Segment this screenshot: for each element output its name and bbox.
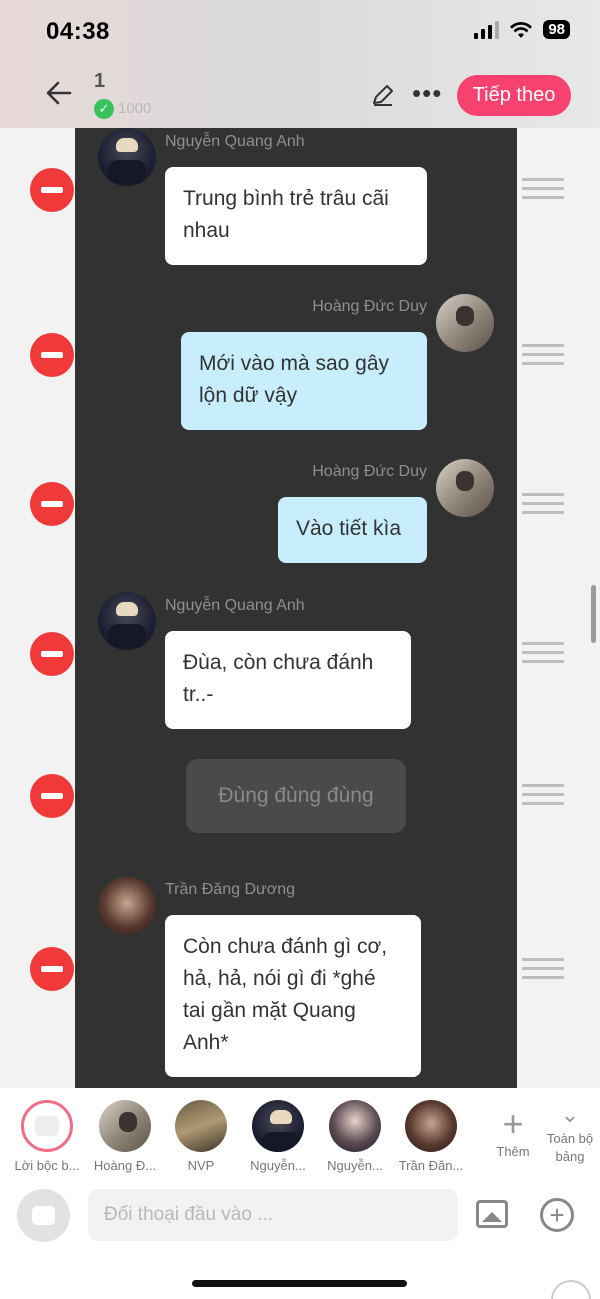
wifi-icon <box>510 21 533 38</box>
character-label: Trần Đăn... <box>398 1158 464 1173</box>
more-dots-icon: ••• <box>412 78 443 108</box>
avatar <box>405 1100 457 1152</box>
message-input[interactable] <box>88 1189 458 1241</box>
message-bubble[interactable]: Vào tiết kìa <box>278 497 427 563</box>
reorder-column <box>517 128 600 1088</box>
add-attachment-button[interactable]: + <box>540 1198 574 1232</box>
character-nvp[interactable]: NVP <box>161 1100 241 1173</box>
message-bubble[interactable]: Mới vào mà sao gây lộn dữ vậy <box>181 332 427 430</box>
message-bubble[interactable]: Trung bình trẻ trâu cãi nhau <box>165 167 427 265</box>
delete-column <box>0 128 75 1088</box>
character-label: Hoàng Đ... <box>93 1158 157 1173</box>
back-button[interactable] <box>44 78 74 113</box>
cellular-signal-icon <box>474 20 500 39</box>
message-bubble[interactable]: Còn chưa đánh gì cơ, hả, hả, nói gì đi *… <box>165 915 421 1077</box>
character-narrator[interactable]: Lời bộc b... <box>7 1100 87 1173</box>
delete-message-button[interactable] <box>30 947 74 991</box>
character-nguyen-2[interactable]: Nguyễn... <box>315 1100 395 1173</box>
drag-handle-icon[interactable] <box>522 493 564 515</box>
narration-mode-button[interactable] <box>17 1189 70 1242</box>
status-icons: 98 <box>474 20 570 39</box>
character-label: Lời bộc b... <box>14 1158 80 1173</box>
narration-icon <box>21 1100 73 1152</box>
drag-handle-icon[interactable] <box>522 784 564 806</box>
delete-message-button[interactable] <box>30 482 74 526</box>
drag-handle-icon[interactable] <box>522 344 564 366</box>
delete-message-button[interactable] <box>30 333 74 377</box>
scrollbar[interactable] <box>591 585 596 643</box>
avatar <box>99 1100 151 1152</box>
avatar <box>436 459 494 517</box>
avatar <box>436 294 494 352</box>
plus-icon: + <box>502 1103 524 1144</box>
all-board-label: Toàn bộ bảng <box>546 1131 594 1164</box>
character-label: NVP <box>187 1158 215 1173</box>
avatar <box>252 1100 304 1152</box>
word-count-value: 1000 <box>118 100 152 117</box>
character-label: Nguyễn... <box>327 1158 383 1173</box>
sender-name: Trần Đăng Dương <box>165 881 295 898</box>
pencil-icon <box>373 85 393 106</box>
character-nguyen-1[interactable]: Nguyễn... <box>238 1100 318 1173</box>
drag-handle-icon[interactable] <box>522 642 564 664</box>
avatar <box>98 128 156 186</box>
sender-name: Hoàng Đức Duy <box>312 298 427 315</box>
avatar <box>98 592 156 650</box>
top-header: 04:38 98 1 ✓ 1000 ••• Tiếp theo <box>0 0 600 128</box>
chevron-down-icon: ⌄ <box>560 1102 580 1127</box>
message-bubble[interactable]: Đùa, còn chưa đánh tr..- <box>165 631 411 729</box>
word-count: ✓ 1000 <box>94 99 151 119</box>
character-tran[interactable]: Trần Đăn... <box>391 1100 471 1173</box>
check-icon: ✓ <box>94 99 114 119</box>
avatar <box>329 1100 381 1152</box>
home-indicator <box>192 1280 407 1287</box>
status-time: 04:38 <box>46 18 110 45</box>
character-hoang[interactable]: Hoàng Đ... <box>85 1100 165 1173</box>
edit-button[interactable] <box>370 82 396 108</box>
battery-indicator: 98 <box>543 20 570 39</box>
narration-bubble[interactable]: Đùng đùng đùng <box>186 759 406 833</box>
drag-handle-icon[interactable] <box>522 178 564 200</box>
arrow-left-icon <box>46 81 72 105</box>
image-icon[interactable] <box>476 1200 508 1228</box>
sender-name: Hoàng Đức Duy <box>312 463 427 480</box>
episode-number: 1 <box>94 70 106 92</box>
delete-message-button[interactable] <box>30 168 74 212</box>
add-character-button[interactable]: + Thêm <box>489 1103 537 1160</box>
more-options-button[interactable]: ••• <box>412 78 442 109</box>
delete-message-button[interactable] <box>30 632 74 676</box>
drag-handle-icon[interactable] <box>522 958 564 980</box>
avatar <box>175 1100 227 1152</box>
add-label: Thêm <box>496 1144 530 1159</box>
next-button[interactable]: Tiếp theo <box>457 75 571 116</box>
delete-message-button[interactable] <box>30 774 74 818</box>
character-label: Nguyễn... <box>250 1158 306 1173</box>
all-board-button[interactable]: ⌄ Toàn bộ bảng <box>540 1100 600 1166</box>
avatar <box>98 877 156 935</box>
sender-name: Nguyễn Quang Anh <box>165 133 305 150</box>
plus-circle-icon: + <box>549 1200 565 1230</box>
sender-name: Nguyễn Quang Anh <box>165 597 305 614</box>
